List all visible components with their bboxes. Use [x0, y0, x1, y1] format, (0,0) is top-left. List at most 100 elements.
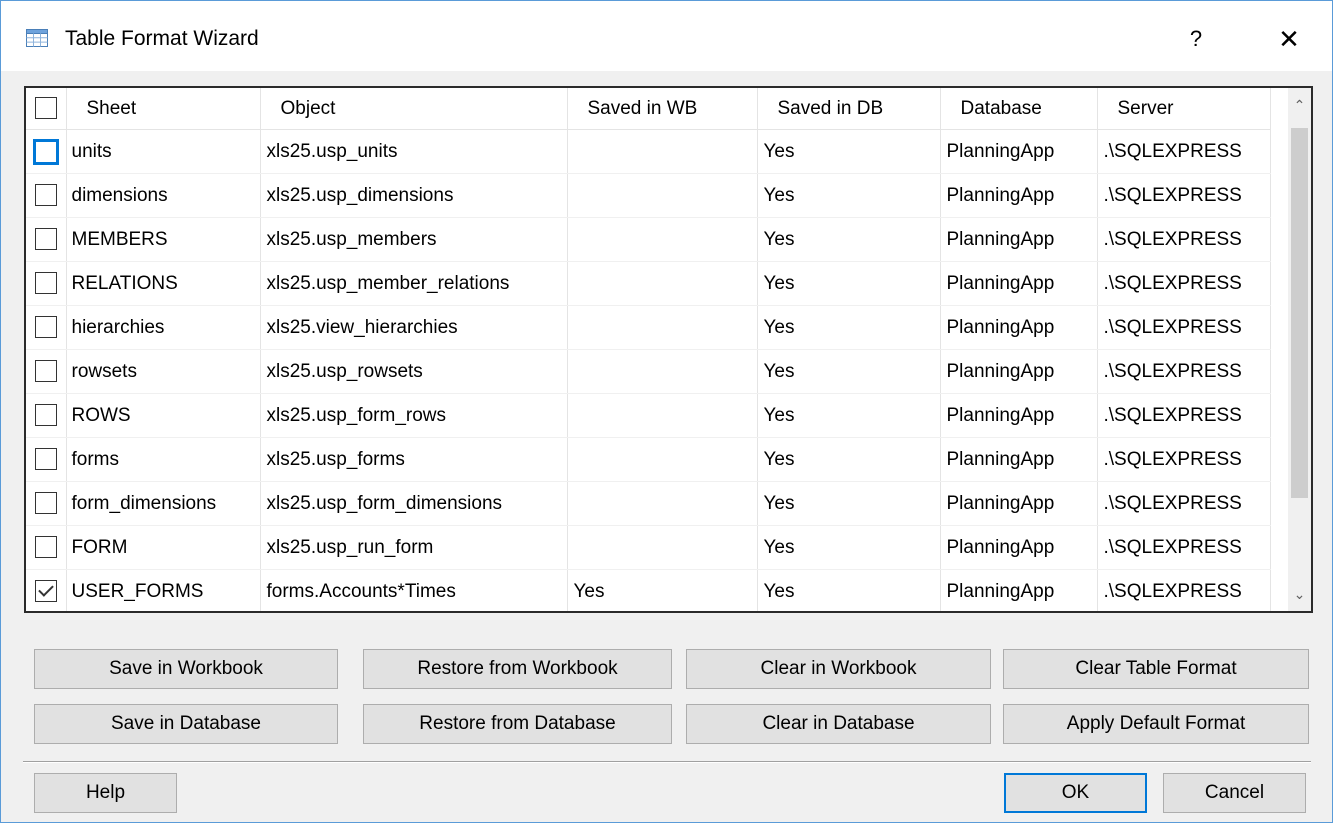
sheet-cell[interactable]: RELATIONS: [66, 261, 261, 306]
server-cell[interactable]: .\SQLEXPRESS: [1097, 437, 1271, 482]
sheet-cell[interactable]: ROWS: [66, 393, 261, 438]
table-row[interactable]: forms xls25.usp_forms Yes PlanningApp .\SQLE…: [26, 437, 1271, 482]
table-row[interactable]: USER_FORMS forms.Accounts*Times Yes Yes Plan…: [26, 569, 1271, 611]
column-header-object[interactable]: Object: [260, 88, 568, 130]
sheet-cell[interactable]: USER_FORMS: [66, 569, 261, 611]
row-checkbox[interactable]: [34, 404, 57, 427]
chevron-up-icon[interactable]: ⌃: [1288, 88, 1311, 122]
object-cell[interactable]: xls25.usp_form_dimensions: [260, 481, 568, 526]
cancel-button[interactable]: Cancel: [1163, 773, 1306, 813]
saved-in-wb-cell[interactable]: [567, 217, 758, 262]
table-row[interactable]: MEMBERS xls25.usp_members Yes PlanningApp .\…: [26, 217, 1271, 262]
database-cell[interactable]: PlanningApp: [940, 129, 1098, 174]
scroll-thumb[interactable]: [1291, 128, 1308, 498]
saved-in-wb-cell[interactable]: [567, 349, 758, 394]
chevron-down-icon[interactable]: ⌄: [1288, 577, 1311, 611]
select-all-checkbox[interactable]: [34, 97, 57, 120]
saved-in-wb-cell[interactable]: [567, 437, 758, 482]
clear-in-workbook-button[interactable]: Clear in Workbook: [686, 649, 991, 689]
server-cell[interactable]: .\SQLEXPRESS: [1097, 129, 1271, 174]
apply-default-format-button[interactable]: Apply Default Format: [1003, 704, 1309, 744]
saved-in-wb-cell[interactable]: [567, 305, 758, 350]
database-cell[interactable]: PlanningApp: [940, 393, 1098, 438]
restore-from-workbook-button[interactable]: Restore from Workbook: [363, 649, 672, 689]
column-header-sheet[interactable]: Sheet: [66, 88, 261, 130]
saved-in-db-cell[interactable]: Yes: [757, 173, 941, 218]
table-row[interactable]: RELATIONS xls25.usp_member_relations Yes Pl…: [26, 261, 1271, 306]
row-checkbox[interactable]: [32, 138, 59, 165]
row-checkbox[interactable]: [34, 536, 57, 559]
object-cell[interactable]: xls25.usp_rowsets: [260, 349, 568, 394]
saved-in-db-cell[interactable]: Yes: [757, 393, 941, 438]
ok-button[interactable]: OK: [1004, 773, 1147, 813]
help-question-button[interactable]: ?: [1176, 19, 1216, 59]
row-checkbox[interactable]: [34, 492, 57, 515]
saved-in-wb-cell[interactable]: [567, 481, 758, 526]
object-cell[interactable]: xls25.usp_member_relations: [260, 261, 568, 306]
clear-table-format-button[interactable]: Clear Table Format: [1003, 649, 1309, 689]
database-cell[interactable]: PlanningApp: [940, 173, 1098, 218]
restore-from-database-button[interactable]: Restore from Database: [363, 704, 672, 744]
column-header-server[interactable]: Server: [1097, 88, 1271, 130]
server-cell[interactable]: .\SQLEXPRESS: [1097, 173, 1271, 218]
saved-in-db-cell[interactable]: Yes: [757, 305, 941, 350]
saved-in-wb-cell[interactable]: [567, 261, 758, 306]
saved-in-wb-cell[interactable]: [567, 173, 758, 218]
saved-in-wb-cell[interactable]: [567, 129, 758, 174]
saved-in-db-cell[interactable]: Yes: [757, 261, 941, 306]
object-cell[interactable]: xls25.usp_dimensions: [260, 173, 568, 218]
table-row[interactable]: hierarchies xls25.view_hierarchies Yes Plan…: [26, 305, 1271, 350]
object-cell[interactable]: xls25.usp_forms: [260, 437, 568, 482]
server-cell[interactable]: .\SQLEXPRESS: [1097, 217, 1271, 262]
row-checkbox[interactable]: [34, 228, 57, 251]
database-cell[interactable]: PlanningApp: [940, 305, 1098, 350]
database-cell[interactable]: PlanningApp: [940, 349, 1098, 394]
database-cell[interactable]: PlanningApp: [940, 217, 1098, 262]
sheet-cell[interactable]: units: [66, 129, 261, 174]
sheet-cell[interactable]: rowsets: [66, 349, 261, 394]
table-row[interactable]: FORM xls25.usp_run_form Yes PlanningApp .\SQ…: [26, 525, 1271, 570]
save-in-workbook-button[interactable]: Save in Workbook: [34, 649, 338, 689]
vertical-scrollbar[interactable]: ⌃ ⌄: [1288, 88, 1311, 611]
row-checkbox[interactable]: [34, 580, 57, 603]
server-cell[interactable]: .\SQLEXPRESS: [1097, 349, 1271, 394]
column-header-saved-in-db[interactable]: Saved in DB: [757, 88, 941, 130]
table-row[interactable]: rowsets xls25.usp_rowsets Yes PlanningApp .\…: [26, 349, 1271, 394]
help-button[interactable]: Help: [34, 773, 177, 813]
sheet-cell[interactable]: FORM: [66, 525, 261, 570]
sheet-cell[interactable]: hierarchies: [66, 305, 261, 350]
table-row[interactable]: units xls25.usp_units Yes PlanningApp .\SQLE…: [26, 129, 1271, 174]
row-checkbox[interactable]: [34, 448, 57, 471]
sheet-cell[interactable]: forms: [66, 437, 261, 482]
table-row[interactable]: ROWS xls25.usp_form_rows Yes PlanningApp .\S…: [26, 393, 1271, 438]
close-button[interactable]: ✕: [1269, 19, 1309, 59]
server-cell[interactable]: .\SQLEXPRESS: [1097, 305, 1271, 350]
saved-in-wb-cell[interactable]: [567, 525, 758, 570]
object-cell[interactable]: xls25.usp_form_rows: [260, 393, 568, 438]
server-cell[interactable]: .\SQLEXPRESS: [1097, 481, 1271, 526]
server-cell[interactable]: .\SQLEXPRESS: [1097, 393, 1271, 438]
saved-in-db-cell[interactable]: Yes: [757, 569, 941, 611]
column-header-database[interactable]: Database: [940, 88, 1098, 130]
sheet-cell[interactable]: form_dimensions: [66, 481, 261, 526]
database-cell[interactable]: PlanningApp: [940, 525, 1098, 570]
table-row[interactable]: form_dimensions xls25.usp_form_dimensions…: [26, 481, 1271, 526]
object-cell[interactable]: xls25.usp_members: [260, 217, 568, 262]
saved-in-wb-cell[interactable]: [567, 393, 758, 438]
saved-in-db-cell[interactable]: Yes: [757, 481, 941, 526]
saved-in-db-cell[interactable]: Yes: [757, 349, 941, 394]
saved-in-db-cell[interactable]: Yes: [757, 437, 941, 482]
database-cell[interactable]: PlanningApp: [940, 261, 1098, 306]
table-row[interactable]: dimensions xls25.usp_dimensions Yes Plannin…: [26, 173, 1271, 218]
sheet-cell[interactable]: MEMBERS: [66, 217, 261, 262]
saved-in-db-cell[interactable]: Yes: [757, 129, 941, 174]
row-checkbox[interactable]: [34, 316, 57, 339]
database-cell[interactable]: PlanningApp: [940, 481, 1098, 526]
row-checkbox[interactable]: [34, 360, 57, 383]
sheet-cell[interactable]: dimensions: [66, 173, 261, 218]
saved-in-db-cell[interactable]: Yes: [757, 525, 941, 570]
save-in-database-button[interactable]: Save in Database: [34, 704, 338, 744]
row-checkbox[interactable]: [34, 184, 57, 207]
object-cell[interactable]: forms.Accounts*Times: [260, 569, 568, 611]
saved-in-wb-cell[interactable]: Yes: [567, 569, 758, 611]
